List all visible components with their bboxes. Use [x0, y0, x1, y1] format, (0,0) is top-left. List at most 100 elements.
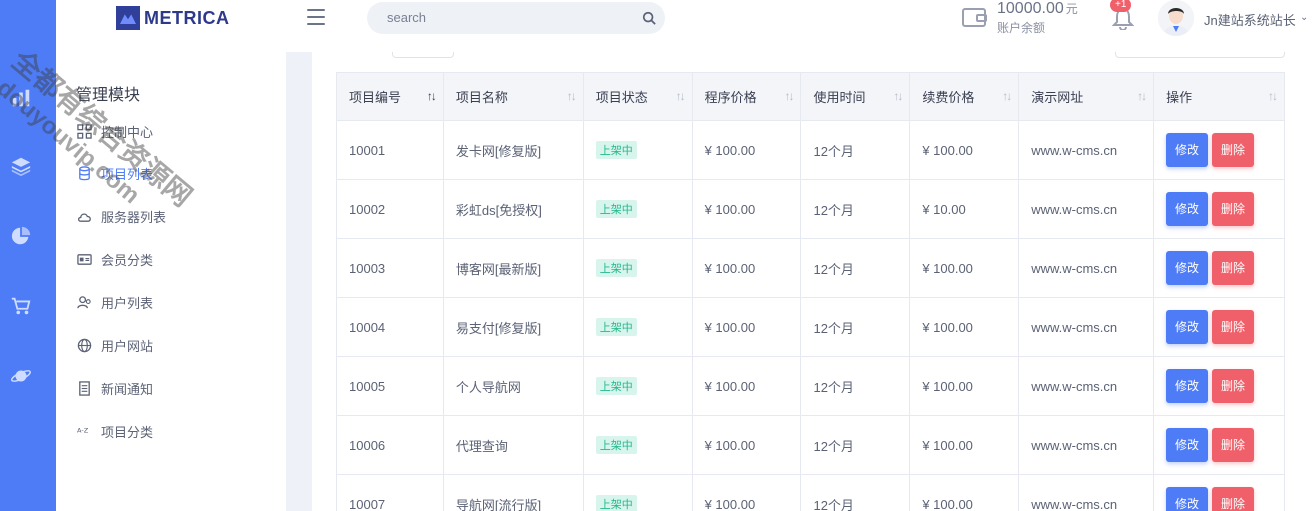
- delete-button[interactable]: 删除: [1212, 251, 1255, 285]
- cell-duration: 12个月: [800, 238, 911, 298]
- cell-actions: 修改 删除: [1153, 179, 1285, 239]
- sidebar-item-member-category[interactable]: 会员分类: [76, 249, 153, 269]
- table-row: 10003 博客网[最新版] 上架中 ¥ 100.00 12个月 ¥ 100.00 www.…: [336, 238, 1285, 298]
- sort-icon[interactable]: ↑↓: [1002, 89, 1012, 103]
- cell-id-text: 10002: [349, 201, 386, 217]
- sidebar-item-news[interactable]: 新闻通知: [76, 378, 153, 398]
- status-badge: 上架中: [595, 495, 637, 511]
- cell-id: 10001: [336, 120, 444, 180]
- cell-duration-text: 12个月: [813, 320, 854, 336]
- avatar[interactable]: [1158, 0, 1194, 36]
- cell-name-text: 易支付[修复版]: [455, 320, 542, 336]
- cell-actions: 修改 删除: [1153, 238, 1285, 298]
- delete-button[interactable]: 删除: [1212, 133, 1255, 167]
- sidebar-item-user-list[interactable]: 用户列表: [76, 292, 153, 312]
- edit-button[interactable]: 修改: [1166, 487, 1209, 511]
- sidebar-item-server-list[interactable]: 服务器列表: [76, 206, 166, 226]
- column-header-url[interactable]: 演示网址 ↑↓: [1018, 72, 1155, 121]
- column-label: 演示网址: [1031, 90, 1084, 105]
- username[interactable]: Jn建站系统站长: [1204, 10, 1296, 29]
- cell-price: ¥ 100.00: [691, 179, 802, 239]
- sidebar-item-project-category[interactable]: A-Z 项目分类: [76, 421, 154, 441]
- edit-button[interactable]: 修改: [1166, 310, 1209, 344]
- column-header-duration[interactable]: 使用时间 ↑↓: [800, 72, 911, 121]
- search-box: [367, 2, 665, 34]
- database-icon: [76, 165, 92, 181]
- column-label: 使用时间: [813, 90, 866, 105]
- cell-name: 代理查询: [442, 415, 584, 475]
- cell-renew-text: ¥ 100.00: [922, 496, 973, 511]
- table-search-input[interactable]: [1115, 52, 1285, 58]
- cell-renew: ¥ 100.00: [909, 356, 1020, 416]
- cell-url: www.w-cms.cn: [1018, 238, 1155, 298]
- cloud-icon: [76, 208, 92, 224]
- column-header-actions[interactable]: 操作 ↑↓: [1153, 72, 1285, 121]
- column-label: 项目名称: [455, 90, 508, 105]
- column-header-name[interactable]: 项目名称 ↑↓: [442, 72, 584, 121]
- status-badge: 上架中: [595, 436, 637, 454]
- planet-icon[interactable]: [9, 364, 33, 388]
- column-header-id[interactable]: 项目编号 ↑↓: [336, 72, 444, 121]
- pie-chart-icon[interactable]: [9, 224, 33, 248]
- sort-icon[interactable]: ↑↓: [676, 89, 686, 103]
- sort-icon[interactable]: ↑↓: [567, 89, 577, 103]
- search-icon[interactable]: [635, 4, 663, 32]
- search-input[interactable]: [387, 10, 627, 25]
- edit-button[interactable]: 修改: [1166, 133, 1209, 167]
- cell-url-text: www.w-cms.cn: [1031, 201, 1118, 217]
- cell-duration: 12个月: [800, 356, 911, 416]
- delete-button[interactable]: 删除: [1212, 369, 1255, 403]
- sort-icon[interactable]: ↑↓: [784, 89, 794, 103]
- menu-toggle-button[interactable]: [307, 9, 325, 25]
- column-header-renew[interactable]: 续费价格 ↑↓: [909, 72, 1020, 121]
- edit-button[interactable]: 修改: [1166, 428, 1209, 462]
- cart-icon[interactable]: [9, 294, 33, 318]
- cell-status: 上架中: [582, 297, 693, 357]
- delete-button[interactable]: 删除: [1212, 310, 1255, 344]
- cell-price-text: ¥ 100.00: [704, 378, 756, 394]
- cell-duration-text: 12个月: [813, 143, 854, 159]
- edit-button[interactable]: 修改: [1166, 192, 1209, 226]
- column-header-status[interactable]: 项目状态 ↑↓: [582, 72, 693, 121]
- cell-price-text: ¥ 100.00: [704, 201, 756, 217]
- bar-chart-icon[interactable]: [9, 86, 33, 110]
- sidebar-item-user-websites[interactable]: 用户网站: [76, 335, 153, 355]
- edit-button[interactable]: 修改: [1166, 369, 1209, 403]
- sort-icon[interactable]: ↑↓: [893, 89, 903, 103]
- cell-name: 个人导航网: [442, 356, 584, 416]
- edit-button[interactable]: 修改: [1166, 251, 1209, 285]
- cell-renew: ¥ 100.00: [909, 120, 1020, 180]
- balance-amount: 10000.00: [997, 0, 1064, 17]
- delete-button[interactable]: 删除: [1212, 487, 1255, 511]
- cell-url-text: www.w-cms.cn: [1031, 260, 1118, 276]
- status-badge: 上架中: [595, 318, 637, 336]
- layers-icon[interactable]: [9, 154, 33, 178]
- cell-name-text: 代理查询: [455, 438, 508, 454]
- brand[interactable]: METRICA: [116, 6, 230, 30]
- sidebar-item-label: 服务器列表: [101, 209, 167, 225]
- sidebar-item-control-center[interactable]: 控制中心: [76, 121, 153, 141]
- cell-price: ¥ 100.00: [691, 356, 802, 416]
- cell-actions: 修改 删除: [1153, 356, 1285, 416]
- cell-price-text: ¥ 100.00: [704, 496, 756, 511]
- column-header-price[interactable]: 程序价格 ↑↓: [691, 72, 802, 121]
- sort-asc-icon[interactable]: ↑↓: [427, 89, 437, 103]
- cell-url: www.w-cms.cn: [1018, 415, 1155, 475]
- wallet-icon: [962, 8, 987, 27]
- cell-renew: ¥ 100.00: [909, 474, 1020, 511]
- cell-name-text: 彩虹ds[免授权]: [455, 202, 542, 218]
- cell-status: 上架中: [582, 238, 693, 298]
- column-label: 项目编号: [349, 90, 402, 105]
- cell-id: 10002: [336, 179, 444, 239]
- cell-url: www.w-cms.cn: [1018, 297, 1155, 357]
- balance: 10000.00 元 账户余额: [997, 0, 1078, 36]
- delete-button[interactable]: 删除: [1212, 192, 1255, 226]
- cell-status: 上架中: [582, 474, 693, 511]
- sort-icon[interactable]: ↑↓: [1268, 89, 1278, 103]
- delete-button[interactable]: 删除: [1212, 428, 1255, 462]
- page-size-select[interactable]: [392, 52, 454, 58]
- chevron-down-icon[interactable]: ⌄: [1300, 12, 1308, 23]
- sidebar-item-project-list[interactable]: 项目列表: [76, 163, 153, 183]
- cell-status: 上架中: [582, 415, 693, 475]
- sort-icon[interactable]: ↑↓: [1137, 89, 1147, 103]
